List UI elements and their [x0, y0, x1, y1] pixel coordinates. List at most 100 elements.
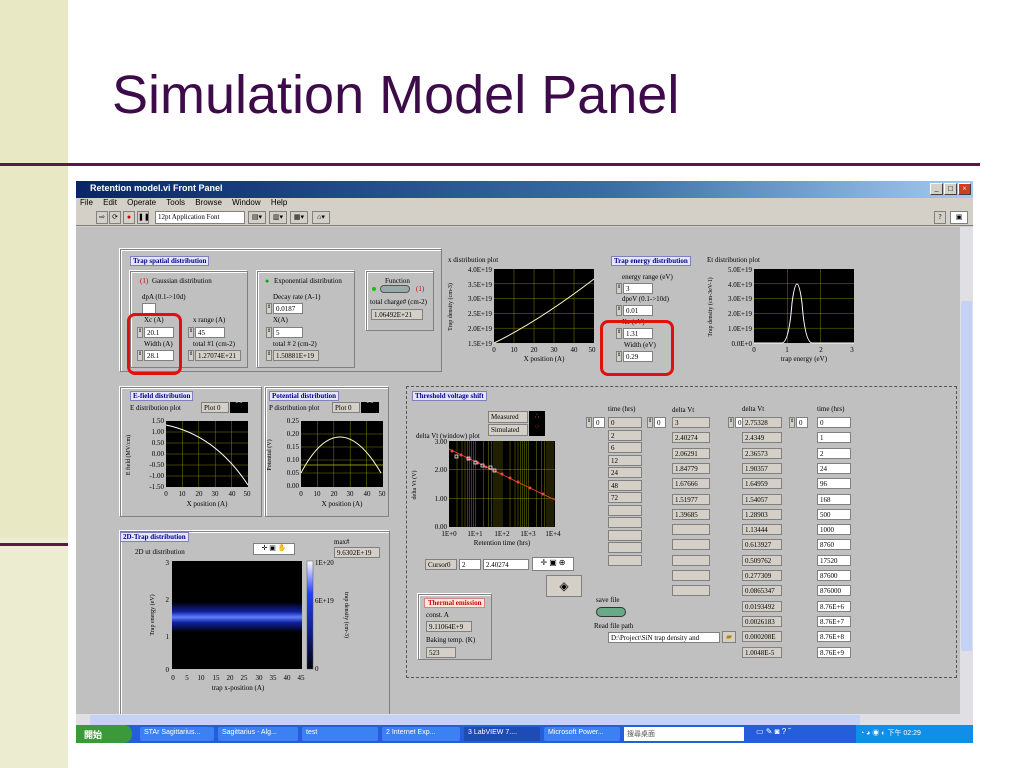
array-cell: 48	[608, 479, 642, 491]
graph-palette-icon[interactable]: ✛ ▣ ✋	[253, 543, 295, 555]
efield-legend[interactable]: Plot 0	[201, 402, 229, 413]
dvt-index[interactable]: 0	[654, 417, 666, 428]
taskbar-item[interactable]: 2 Internet Exp...	[382, 727, 460, 741]
array-cell[interactable]: 2	[817, 447, 851, 459]
efield-title: E-field distribution	[130, 391, 194, 401]
function-led	[372, 287, 376, 291]
xrange-spin[interactable]: ⇕	[188, 327, 194, 338]
time2-index[interactable]: 0	[796, 417, 808, 428]
energy-range-spin[interactable]: ⇕	[616, 283, 622, 294]
dpev-field[interactable]: 0.01	[623, 305, 653, 316]
menu-edit[interactable]: Edit	[103, 198, 117, 207]
run-arrow-icon[interactable]: ⇨	[96, 211, 108, 224]
array-cell[interactable]: 87600	[817, 570, 851, 581]
dvt-index-spin[interactable]: ⇕	[647, 417, 653, 428]
array-cell[interactable]: 8.76E+9	[817, 646, 851, 658]
cursor-x[interactable]: 2	[459, 559, 481, 570]
cursor-tools-icon[interactable]: ✛ ▣ ⊕	[532, 557, 574, 571]
maximize-button[interactable]: □	[944, 183, 957, 195]
gaussian-led[interactable]: (1)	[140, 277, 148, 285]
total2-indicator: 1.50881E+19	[273, 350, 319, 361]
total2-spin[interactable]: ⇕	[266, 350, 272, 361]
horizontal-scroll-thumb[interactable]	[90, 715, 860, 725]
menu-browse[interactable]: Browse	[195, 198, 222, 207]
potential-xtick: 30	[347, 490, 355, 498]
menu-tools[interactable]: Tools	[166, 198, 185, 207]
efield-ytick: -1.50	[149, 483, 164, 491]
time2-col-label: time (hrs)	[817, 405, 845, 413]
run-continuous-icon[interactable]: ⟳	[109, 211, 121, 224]
total1-spin[interactable]: ⇕	[188, 350, 194, 361]
pause-icon[interactable]: ❚❚	[137, 211, 150, 224]
minimize-button[interactable]: _	[930, 183, 943, 195]
array-cell[interactable]: 1	[817, 432, 851, 444]
close-button[interactable]: ×	[958, 183, 971, 195]
energy-range-field[interactable]: 3	[623, 283, 653, 294]
tray-icons[interactable]: ◔ ◕ ◉ ◐	[860, 730, 887, 737]
xrange-field[interactable]: 45	[195, 327, 225, 338]
reorder-icon[interactable]: ⌂▾	[312, 211, 330, 224]
cursor-name[interactable]: Cursor0	[425, 559, 457, 570]
align-icon[interactable]: ▤▾	[248, 211, 266, 224]
time-index[interactable]: 0	[593, 417, 605, 428]
function-switch[interactable]	[380, 285, 410, 293]
distribute-icon[interactable]: ▥▾	[269, 211, 287, 224]
array-cell[interactable]: 8760	[817, 539, 851, 551]
array-cell[interactable]: 500	[817, 508, 851, 520]
efield-xtick: 50	[244, 490, 252, 498]
array-cell: 72	[608, 492, 642, 503]
cursor-move-icon[interactable]: ◈	[546, 575, 582, 597]
et-plot-xlabel: trap energy (eV)	[781, 355, 828, 363]
decay-spin[interactable]: ⇕	[266, 303, 272, 314]
array-cell[interactable]: 8.76E+6	[817, 600, 851, 612]
taskbar-item[interactable]: 3 LabVIEW 7....	[464, 727, 540, 741]
browse-folder-icon[interactable]: ▰	[722, 631, 736, 643]
menu-file[interactable]: File	[80, 198, 93, 207]
x-plot-ytick: 3.0E+19	[468, 295, 492, 303]
array-cell[interactable]: 8.76E+7	[817, 615, 851, 627]
quick-launch-icons[interactable]: ▭ ✎ ◙ ? ˘	[756, 727, 846, 741]
menu-window[interactable]: Window	[232, 198, 260, 207]
resize-icon[interactable]: ▦▾	[290, 211, 308, 224]
vertical-scroll-thumb[interactable]	[961, 301, 972, 651]
array-cell[interactable]: 24	[817, 462, 851, 474]
array-cell	[672, 524, 710, 536]
array-cell[interactable]: 8.76E+8	[817, 631, 851, 643]
array-cell[interactable]: 168	[817, 493, 851, 505]
taskbar-item[interactable]: Sagittarius - Alg...	[218, 727, 298, 741]
legend-marker-icon[interactable]: ∴ ⁘	[529, 411, 545, 436]
array-cell[interactable]: 0	[817, 417, 851, 428]
vertical-scrollbar[interactable]	[960, 227, 973, 714]
x-spin[interactable]: ⇕	[266, 327, 272, 338]
exponential-led[interactable]: ●	[265, 277, 269, 285]
taskbar-item[interactable]: Microsoft Power...	[544, 727, 620, 741]
desktop-search[interactable]: 搜尋桌面	[624, 727, 744, 741]
read-path-field[interactable]: D:\Project\SiN trap density and	[608, 632, 720, 643]
dpev-spin[interactable]: ⇕	[616, 305, 622, 316]
menu-operate[interactable]: Operate	[127, 198, 156, 207]
array-cell[interactable]: 876000	[817, 585, 851, 597]
dpa-label: dpA (0.1->10d)	[142, 293, 186, 301]
x-field[interactable]: 5	[273, 327, 303, 338]
array-cell	[608, 529, 642, 541]
help-icon[interactable]: ?	[934, 211, 946, 224]
taskbar-item[interactable]: STAr Sagittarius...	[140, 727, 214, 741]
time-index-spin[interactable]: ⇕	[586, 417, 592, 428]
save-file-switch[interactable]	[596, 607, 626, 617]
decay-label: Decay rate (A-1)	[273, 293, 321, 301]
decay-field[interactable]: 0.0187	[273, 303, 303, 314]
cursor-y[interactable]: 2.40274	[483, 559, 529, 570]
array-cell[interactable]: 1000	[817, 524, 851, 536]
array-cell[interactable]: 17520	[817, 554, 851, 566]
abort-icon[interactable]: ●	[123, 211, 135, 224]
potential-legend[interactable]: Plot 0	[332, 402, 360, 413]
array-cell: 3	[672, 417, 710, 428]
font-select[interactable]: 12pt Application Font	[155, 211, 245, 224]
start-button[interactable]: 開始	[76, 725, 132, 743]
menu-help[interactable]: Help	[271, 198, 287, 207]
dvt2-index-spin[interactable]: ⇕	[728, 417, 734, 428]
time2-index-spin[interactable]: ⇕	[789, 417, 795, 428]
array-cell[interactable]: 96	[817, 478, 851, 490]
potential-xtick: 10	[314, 490, 322, 498]
taskbar-item[interactable]: test	[302, 727, 378, 741]
